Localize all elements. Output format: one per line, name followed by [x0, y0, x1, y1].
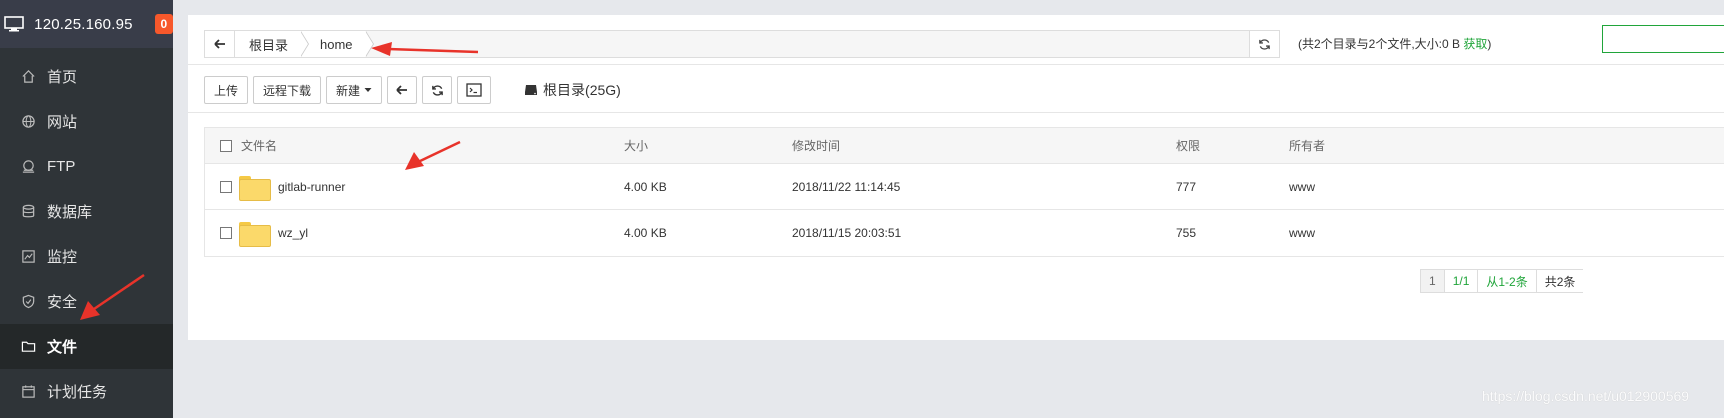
arrow-left-icon [396, 85, 408, 95]
database-icon [20, 204, 36, 220]
breadcrumb-home[interactable]: home [300, 31, 374, 57]
disk-info[interactable]: 根目录(25G) [524, 80, 621, 100]
select-all-cell [205, 139, 237, 152]
remote-download-button[interactable]: 远程下载 [253, 76, 322, 104]
file-name-cell: wz_yl [237, 221, 624, 247]
row-select-cell [205, 227, 237, 239]
file-name[interactable]: gitlab-runner [278, 180, 345, 194]
file-toolbar: 上传 远程下载 新建 根目录(25G) [204, 76, 621, 104]
path-back-button[interactable] [205, 31, 235, 57]
main-content: 根目录 home (共2个目录与2个文件,大小:0 B 获取) 上传 远程下载 … [173, 0, 1724, 418]
row-checkbox[interactable] [220, 227, 232, 239]
sidebar-item-label: 监控 [47, 249, 78, 266]
pagination: 1 1/1 从1-2条 共2条 [1420, 269, 1584, 293]
notification-badge[interactable]: 0 [154, 14, 173, 34]
file-table: 文件名 大小 修改时间 权限 所有者 gitlab-runner 4.00 KB… [204, 127, 1724, 257]
directory-size: 0 B [1442, 37, 1461, 51]
sidebar-item-label: 网站 [47, 114, 78, 131]
file-owner[interactable]: www [1289, 180, 1724, 194]
sidebar-item-security[interactable]: 安全 [0, 279, 173, 324]
column-owner[interactable]: 所有者 [1289, 137, 1724, 154]
globe-icon [20, 114, 36, 130]
breadcrumb-root[interactable]: 根目录 [235, 31, 310, 57]
directory-info-close: ) [1487, 37, 1492, 51]
sidebar-item-database[interactable]: 数据库 [0, 189, 173, 234]
select-all-checkbox[interactable] [220, 139, 232, 152]
table-row[interactable]: wz_yl 4.00 KB 2018/11/15 20:03:51 755 ww… [205, 210, 1724, 256]
sidebar-item-monitor[interactable]: 监控 [0, 234, 173, 279]
file-mtime: 2018/11/15 20:03:51 [792, 226, 902, 240]
row-checkbox[interactable] [220, 180, 232, 193]
search-input[interactable] [1602, 25, 1724, 53]
sidebar-item-label: 计划任务 [47, 384, 108, 401]
sidebar-item-website[interactable]: 网站 [0, 99, 173, 144]
column-mtime[interactable]: 修改时间 [792, 137, 1176, 154]
terminal-icon [466, 83, 482, 97]
page-count: 1/1 [1443, 269, 1478, 293]
hard-disk-icon [524, 84, 538, 96]
page-total: 共2条 [1535, 269, 1584, 293]
monitor-icon [4, 16, 24, 32]
divider [188, 112, 1724, 113]
sidebar-item-label: 安全 [47, 294, 78, 311]
folder-icon [20, 339, 36, 355]
watermark: https://blog.csdn.net/u012900569 [1482, 388, 1690, 404]
disk-label: 根目录(25G) [543, 82, 621, 98]
file-size: 4.00 KB [624, 226, 667, 240]
refresh-icon [431, 84, 443, 96]
column-size[interactable]: 大小 [624, 137, 792, 154]
file-name[interactable]: wz_yl [278, 226, 308, 240]
sidebar-item-label: 文件 [47, 339, 78, 356]
file-name-cell: gitlab-runner [237, 175, 624, 201]
divider [188, 64, 1724, 65]
sidebar: 120.25.160.95 0 首页 网站 FTP 数据库 监控 安全 文件 计… [0, 0, 173, 418]
sidebar-item-home[interactable]: 首页 [0, 54, 173, 99]
row-select-cell [205, 180, 237, 193]
file-size: 4.00 KB [624, 179, 667, 194]
fetch-size-link[interactable]: 获取 [1463, 37, 1487, 51]
ftp-icon [20, 159, 36, 175]
page-current[interactable]: 1 [1420, 269, 1444, 293]
file-mtime: 2018/11/22 11:14:45 [792, 179, 901, 194]
file-permission[interactable]: 755 [1176, 226, 1289, 240]
refresh-button[interactable] [422, 76, 453, 104]
file-manager-panel: 根目录 home (共2个目录与2个文件,大小:0 B 获取) 上传 远程下载 … [188, 15, 1724, 340]
server-ip: 120.25.160.95 [34, 15, 133, 33]
terminal-button[interactable] [457, 76, 492, 104]
monitor-chart-icon [20, 249, 36, 265]
refresh-icon [1259, 38, 1270, 50]
calendar-icon [20, 384, 36, 400]
sidebar-item-label: 首页 [47, 69, 78, 86]
directory-info: (共2个目录与2个文件,大小:0 B 获取) [1298, 35, 1491, 52]
file-owner[interactable]: www [1289, 226, 1724, 240]
new-button-label: 新建 [336, 83, 361, 98]
back-button[interactable] [387, 76, 418, 104]
table-row[interactable]: gitlab-runner 4.00 KB 2018/11/22 11:14:4… [205, 164, 1724, 210]
table-header: 文件名 大小 修改时间 权限 所有者 [205, 128, 1724, 164]
sidebar-menu: 首页 网站 FTP 数据库 监控 安全 文件 计划任务 [0, 48, 173, 414]
path-refresh-button[interactable] [1249, 31, 1279, 57]
server-header: 120.25.160.95 0 [0, 0, 173, 48]
home-icon [20, 69, 36, 85]
arrow-left-icon [213, 39, 225, 49]
sidebar-item-label: 数据库 [47, 204, 93, 221]
caret-down-icon [364, 88, 372, 92]
folder-icon [239, 221, 271, 247]
column-name[interactable]: 文件名 [237, 137, 624, 154]
file-permission[interactable]: 777 [1176, 180, 1289, 194]
folder-icon [239, 175, 271, 201]
path-bar: 根目录 home [204, 30, 1280, 58]
sidebar-item-files[interactable]: 文件 [0, 324, 173, 369]
sidebar-item-label: FTP [47, 158, 76, 175]
upload-button[interactable]: 上传 [204, 76, 249, 104]
directory-info-text: (共2个目录与2个文件,大小: [1298, 37, 1443, 51]
sidebar-item-cron[interactable]: 计划任务 [0, 369, 173, 414]
column-permission[interactable]: 权限 [1176, 137, 1289, 154]
page-range: 从1-2条 [1477, 269, 1536, 293]
sidebar-item-ftp[interactable]: FTP [0, 144, 173, 189]
shield-icon [20, 294, 36, 310]
new-button[interactable]: 新建 [326, 76, 383, 104]
